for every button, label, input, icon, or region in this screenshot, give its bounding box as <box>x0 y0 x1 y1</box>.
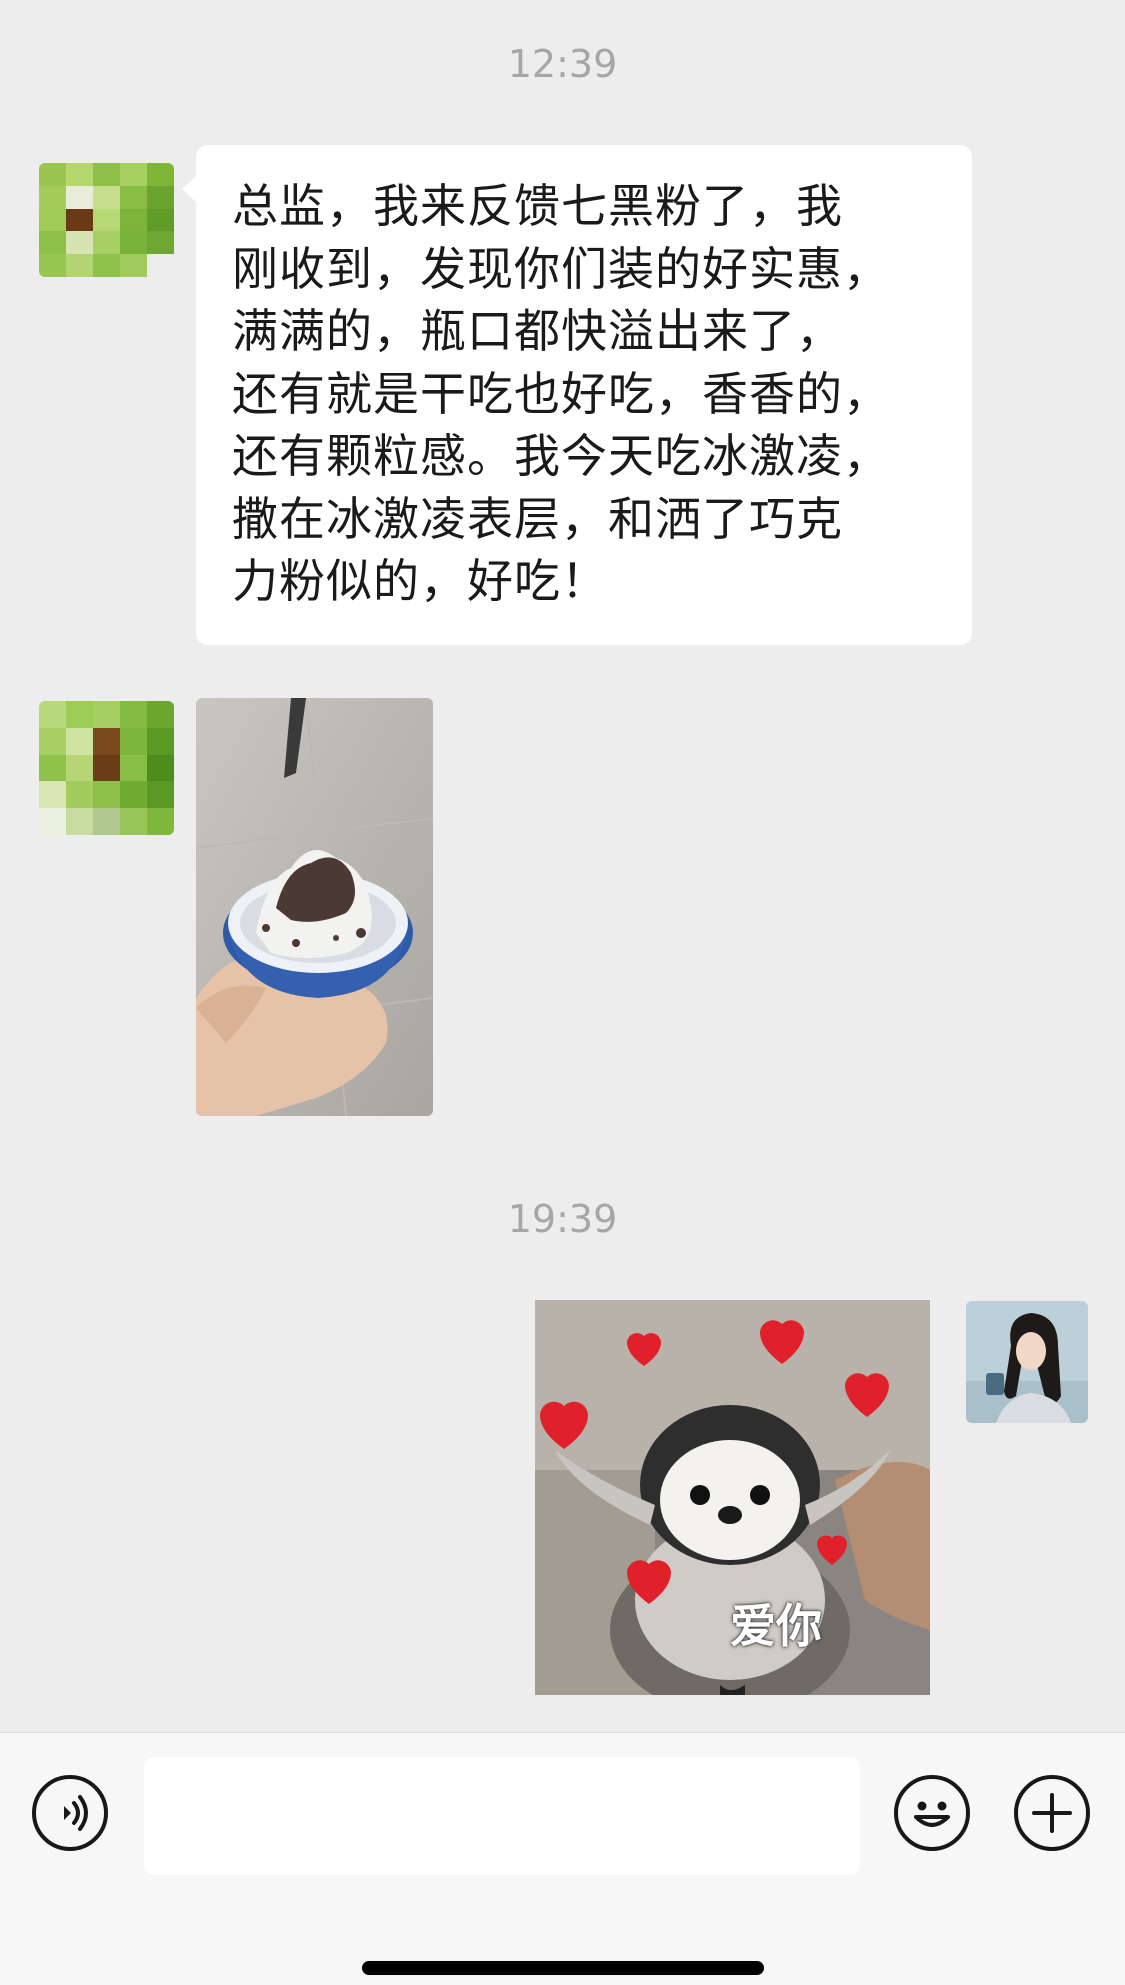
my-avatar[interactable] <box>966 1301 1088 1423</box>
contact-avatar[interactable] <box>39 163 174 277</box>
incoming-message-bubble[interactable]: 总监，我来反馈七黑粉了，我 刚收到，发现你们装的好实惠， 满满的，瓶口都快溢出来… <box>182 145 972 645</box>
voice-button[interactable] <box>32 1775 108 1851</box>
home-indicator[interactable] <box>362 1961 764 1975</box>
pixelated-avatar-image <box>39 163 174 277</box>
emoji-button[interactable] <box>894 1775 970 1851</box>
ice-cream-cup-with-black-sesame-powder-photo <box>196 698 433 1116</box>
message-text: 总监，我来反馈七黑粉了，我 刚收到，发现你们装的好实惠， 满满的，瓶口都快溢出来… <box>232 179 890 608</box>
sticker-caption: 爱你 <box>730 1599 822 1653</box>
girl-portrait-avatar-image <box>966 1301 1088 1423</box>
emoji-icon <box>914 1801 950 1827</box>
ice-cream-photo[interactable] <box>196 698 433 1116</box>
plus-button[interactable] <box>1014 1775 1090 1851</box>
contact-avatar[interactable] <box>39 701 174 835</box>
message-input[interactable] <box>144 1757 860 1875</box>
timestamp: 12:39 <box>507 42 618 86</box>
penguin-sticker[interactable]: 爱你 <box>535 1300 930 1695</box>
plus-icon <box>1032 1793 1072 1833</box>
voice-icon <box>64 1795 88 1831</box>
chat-input-bar <box>0 1732 1125 1985</box>
timestamp: 19:39 <box>507 1197 618 1241</box>
pixelated-avatar-image <box>39 701 174 835</box>
